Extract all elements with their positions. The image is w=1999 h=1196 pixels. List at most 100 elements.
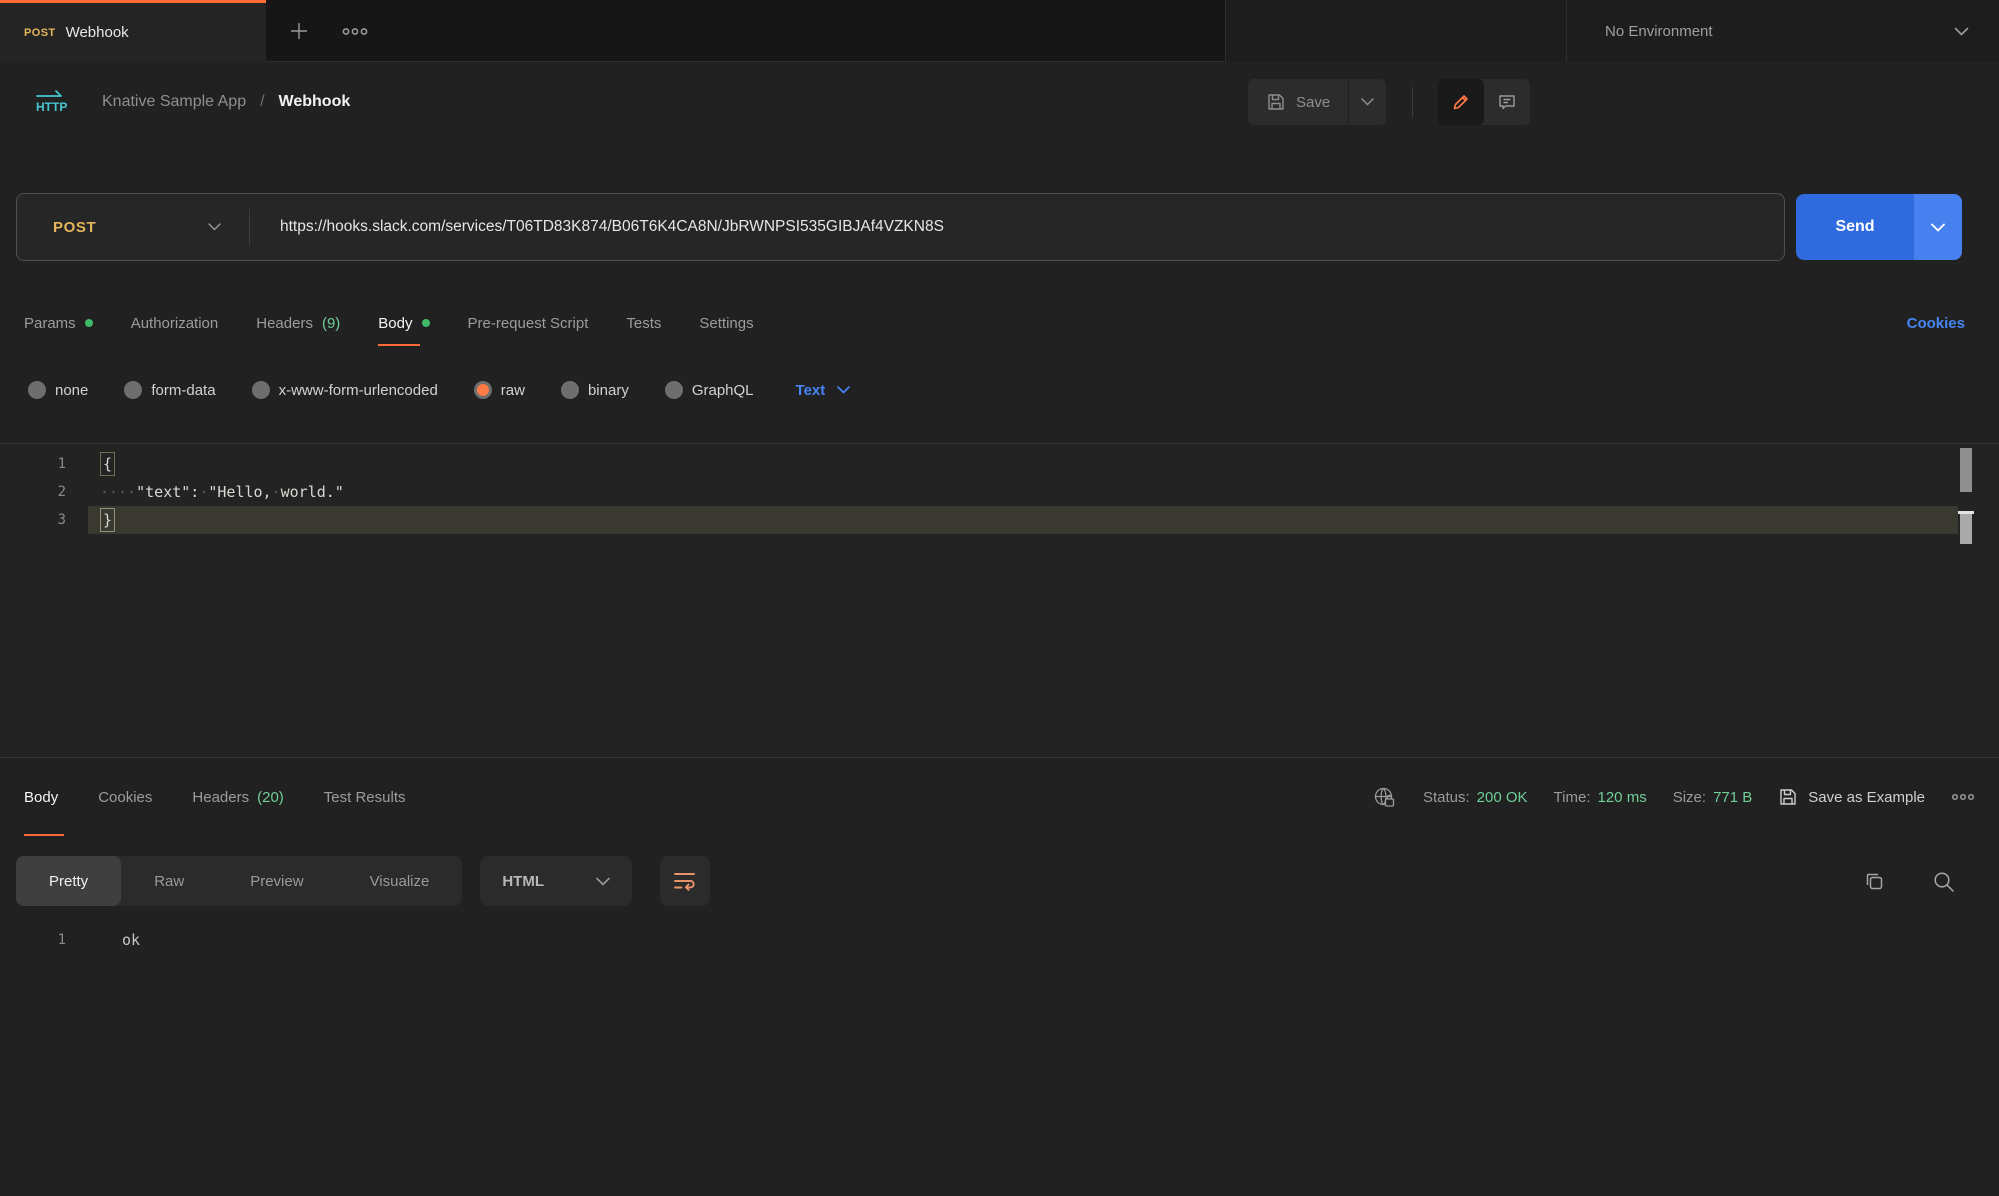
- code-text: ····"text":·"Hello,·world.": [88, 483, 344, 501]
- tab-tests[interactable]: Tests: [626, 300, 661, 346]
- editor-line-3-active: 3 }: [0, 506, 1999, 534]
- time-pair: Time: 120 ms: [1554, 789, 1647, 806]
- tab-strip: POST Webhook No Environment: [0, 0, 1999, 62]
- response-headers-count: (20): [257, 789, 284, 806]
- tab-pre-request-script[interactable]: Pre-request Script: [468, 300, 589, 346]
- chevron-down-icon: [208, 223, 221, 231]
- line-number: 2: [0, 484, 88, 500]
- view-preview[interactable]: Preview: [217, 856, 336, 906]
- request-body-editor[interactable]: 1 { 2 ····"text":·"Hello,·world." 3 }: [0, 443, 1999, 756]
- chevron-down-icon: [1361, 98, 1374, 106]
- ellipsis-icon: [342, 27, 368, 36]
- save-label: Save: [1296, 94, 1330, 111]
- response-format-selector[interactable]: HTML: [480, 856, 632, 906]
- search-response-button[interactable]: [1932, 870, 1955, 893]
- params-active-dot: [85, 319, 93, 327]
- radio-urlencoded[interactable]: x-www-form-urlencoded: [252, 381, 438, 399]
- body-active-dot: [422, 319, 430, 327]
- breadcrumb-request-name[interactable]: Webhook: [279, 93, 351, 111]
- response-tab-cookies[interactable]: Cookies: [98, 758, 152, 836]
- response-options-button[interactable]: [1951, 793, 1975, 801]
- save-button-group: Save: [1248, 79, 1386, 125]
- tab-tests-label: Tests: [626, 315, 661, 332]
- response-tab-test-results[interactable]: Test Results: [324, 758, 406, 836]
- header-divider: [1412, 87, 1413, 117]
- save-button[interactable]: Save: [1248, 79, 1348, 125]
- response-tab-headers-label: Headers: [192, 789, 249, 806]
- tab-pre-request-label: Pre-request Script: [468, 315, 589, 332]
- radio-urlencoded-label: x-www-form-urlencoded: [279, 382, 438, 399]
- tab-options-button[interactable]: [334, 0, 376, 62]
- view-pretty[interactable]: Pretty: [16, 856, 121, 906]
- response-tab-body[interactable]: Body: [24, 758, 58, 836]
- body-mode-row: none form-data x-www-form-urlencoded raw…: [28, 368, 850, 412]
- pencil-icon: [1451, 92, 1471, 112]
- url-input[interactable]: https://hooks.slack.com/services/T06TD83…: [280, 218, 944, 236]
- copy-icon: [1863, 870, 1886, 893]
- method-label: POST: [53, 219, 96, 236]
- scrollbar-thumb[interactable]: [1960, 448, 1972, 492]
- comments-button[interactable]: [1484, 79, 1530, 125]
- radio-none-label: none: [55, 382, 88, 399]
- send-options-button[interactable]: [1914, 194, 1962, 260]
- request-tab[interactable]: POST Webhook: [0, 0, 266, 62]
- status-value: 200 OK: [1477, 789, 1528, 806]
- radio-none[interactable]: none: [28, 381, 88, 399]
- request-header-row: HTTP Knative Sample App / Webhook Save: [0, 63, 1999, 140]
- time-value: 120 ms: [1598, 789, 1647, 806]
- response-actions: [1863, 856, 1955, 906]
- send-button[interactable]: Send: [1796, 194, 1914, 260]
- response-view-toolbar: Pretty Raw Preview Visualize HTML: [16, 856, 710, 906]
- radio-circle: [124, 381, 142, 399]
- response-line-number: 1: [0, 932, 88, 948]
- method-selector[interactable]: POST: [17, 194, 249, 260]
- svg-text:HTTP: HTTP: [36, 100, 67, 114]
- tab-method-badge: POST: [24, 27, 56, 39]
- tab-headers-label: Headers: [256, 315, 313, 332]
- copy-response-button[interactable]: [1863, 870, 1886, 893]
- open-brace: {: [100, 452, 115, 476]
- editor-scrollbar[interactable]: [1960, 448, 1972, 753]
- radio-raw-label: raw: [501, 382, 525, 399]
- http-request-icon: HTTP: [32, 87, 68, 117]
- tab-body[interactable]: Body: [378, 300, 429, 346]
- tab-settings[interactable]: Settings: [699, 300, 753, 346]
- response-body-line: 1 ok: [0, 926, 1999, 954]
- new-tab-button[interactable]: [278, 0, 320, 62]
- plus-icon: [288, 20, 310, 42]
- request-tabs: Params Authorization Headers (9) Body Pr…: [24, 300, 754, 346]
- response-tab-headers[interactable]: Headers (20): [192, 758, 283, 836]
- time-label: Time:: [1554, 789, 1591, 806]
- view-segmented-control: Pretty Raw Preview Visualize: [16, 856, 462, 906]
- breadcrumb: Knative Sample App / Webhook: [102, 63, 350, 140]
- edit-request-button[interactable]: [1438, 79, 1484, 125]
- radio-raw[interactable]: raw: [474, 381, 525, 399]
- editor-line-1: 1 {: [0, 450, 1999, 478]
- tab-headers[interactable]: Headers (9): [256, 300, 340, 346]
- comment-icon: [1497, 92, 1517, 112]
- tab-params[interactable]: Params: [24, 300, 93, 346]
- radio-form-data[interactable]: form-data: [124, 381, 215, 399]
- response-panel: Body Cookies Headers (20) Test Results S…: [0, 757, 1999, 1196]
- size-value: 771 B: [1713, 789, 1752, 806]
- tab-body-label: Body: [378, 315, 412, 332]
- network-info-icon[interactable]: [1372, 785, 1397, 810]
- save-as-example-button[interactable]: Save as Example: [1778, 787, 1925, 807]
- url-bar: POST https://hooks.slack.com/services/T0…: [16, 193, 1785, 261]
- breadcrumb-collection[interactable]: Knative Sample App: [102, 93, 246, 111]
- view-raw[interactable]: Raw: [121, 856, 217, 906]
- radio-graphql[interactable]: GraphQL: [665, 381, 754, 399]
- tab-authorization[interactable]: Authorization: [131, 300, 219, 346]
- radio-binary[interactable]: binary: [561, 381, 629, 399]
- radio-graphql-label: GraphQL: [692, 382, 754, 399]
- environment-selector[interactable]: No Environment: [1566, 0, 1999, 62]
- cookies-link[interactable]: Cookies: [1907, 300, 1965, 346]
- save-options-button[interactable]: [1348, 79, 1386, 125]
- wrap-text-button[interactable]: [660, 856, 710, 906]
- view-visualize[interactable]: Visualize: [337, 856, 463, 906]
- line-number: 1: [0, 456, 88, 472]
- breadcrumb-separator: /: [260, 93, 264, 111]
- radio-circle-selected: [474, 381, 492, 399]
- response-body-text: ok: [88, 931, 140, 949]
- raw-language-selector[interactable]: Text: [796, 382, 851, 399]
